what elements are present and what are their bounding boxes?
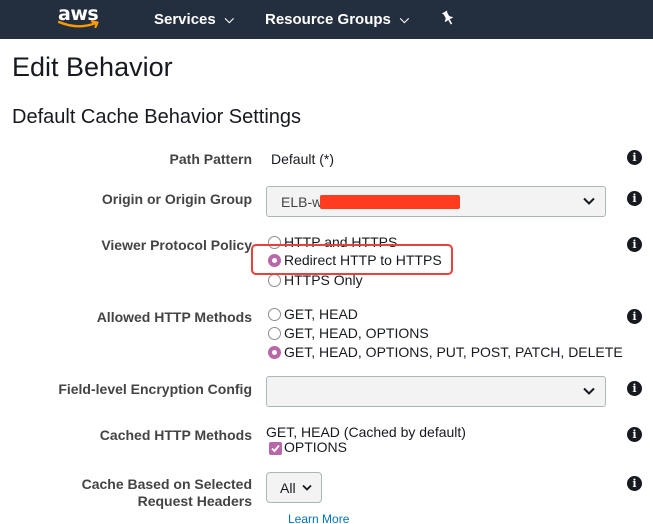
field-level-encryption-select[interactable] bbox=[266, 376, 606, 407]
chevron-down-icon bbox=[583, 197, 595, 205]
radio-label: GET, HEAD bbox=[284, 306, 358, 322]
redaction-bar bbox=[320, 195, 460, 209]
info-icon[interactable]: i bbox=[627, 237, 642, 252]
cache-headers-label-line2: Request Headers bbox=[137, 493, 252, 509]
checkmark-icon bbox=[271, 444, 280, 453]
radio-label: GET, HEAD, OPTIONS, PUT, POST, PATCH, DE… bbox=[284, 344, 623, 360]
cached-methods-static: GET, HEAD (Cached by default) bbox=[266, 424, 466, 440]
cached-methods-label: Cached HTTP Methods bbox=[99, 427, 252, 443]
nav-resource-groups[interactable]: Resource Groups ⌵ bbox=[265, 0, 409, 39]
page-title: Edit Behavior bbox=[12, 52, 173, 82]
info-icon[interactable]: i bbox=[627, 309, 642, 324]
cache-headers-label-line1: Cache Based on Selected bbox=[81, 476, 252, 492]
radio-button[interactable] bbox=[268, 327, 281, 340]
chevron-down-icon bbox=[583, 387, 595, 395]
viewer-protocol-label: Viewer Protocol Policy bbox=[101, 237, 252, 253]
nav-services-label: Services bbox=[154, 11, 216, 28]
allowed-methods-label: Allowed HTTP Methods bbox=[96, 309, 252, 325]
info-icon[interactable]: i bbox=[627, 150, 642, 165]
nav-services[interactable]: Services ⌵ bbox=[154, 0, 234, 39]
nav-resource-groups-label: Resource Groups bbox=[265, 11, 391, 28]
chevron-down-icon: ⌵ bbox=[224, 12, 234, 26]
radio-button[interactable] bbox=[268, 274, 281, 287]
aws-smile-icon bbox=[58, 20, 99, 29]
info-icon[interactable]: i bbox=[627, 191, 642, 206]
info-icon[interactable]: i bbox=[627, 381, 642, 396]
origin-select-value: ELB-w bbox=[281, 194, 323, 210]
section-title: Default Cache Behavior Settings bbox=[12, 106, 302, 128]
cache-headers-select-value: All bbox=[280, 480, 296, 496]
top-nav-bar: aws Services ⌵ Resource Groups ⌵ bbox=[0, 0, 653, 39]
cache-headers-select[interactable]: All bbox=[266, 472, 322, 503]
radio-button[interactable] bbox=[268, 308, 281, 321]
path-pattern-label: Path Pattern bbox=[169, 151, 252, 167]
radio-button-selected[interactable] bbox=[268, 346, 281, 359]
options-checkbox[interactable] bbox=[269, 442, 282, 455]
annotation-highlight-box bbox=[251, 244, 453, 275]
info-icon[interactable]: i bbox=[627, 476, 642, 491]
aws-logo[interactable]: aws bbox=[58, 2, 102, 34]
path-pattern-value: Default (*) bbox=[271, 151, 335, 167]
options-checkbox-label: OPTIONS bbox=[284, 439, 348, 455]
pushpin-icon[interactable] bbox=[440, 10, 456, 26]
radio-label: GET, HEAD, OPTIONS bbox=[284, 325, 429, 341]
learn-more-link[interactable]: Learn More bbox=[288, 512, 349, 524]
field-level-encryption-label: Field-level Encryption Config bbox=[58, 381, 252, 397]
info-icon[interactable]: i bbox=[627, 427, 642, 442]
chevron-down-icon bbox=[302, 484, 312, 491]
chevron-down-icon: ⌵ bbox=[399, 12, 409, 26]
origin-label: Origin or Origin Group bbox=[101, 191, 252, 207]
